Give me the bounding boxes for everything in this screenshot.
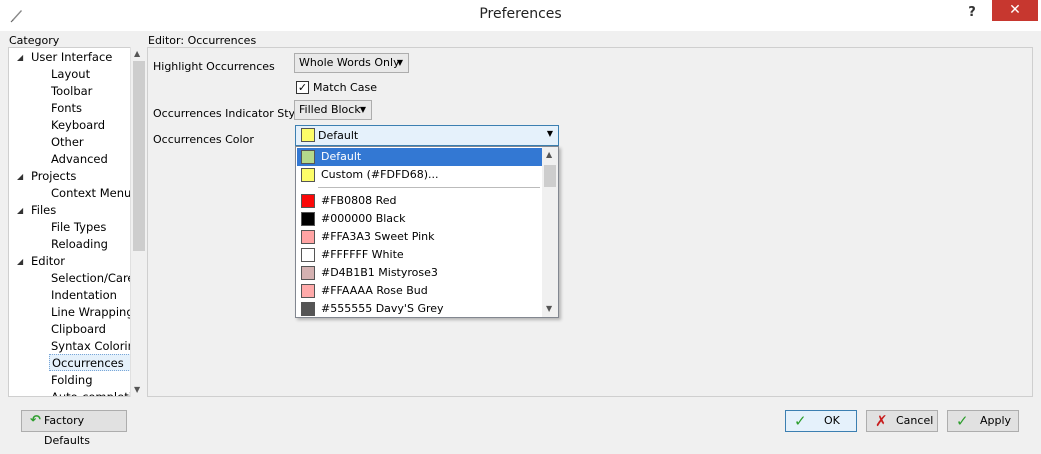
x-mark-icon: ✗ — [875, 412, 888, 430]
occurrences-color-label: Occurrences Color — [153, 133, 254, 146]
color-swatch — [301, 266, 315, 280]
category-tree[interactable]: ◢ User Interface Layout Toolbar Fonts Key… — [8, 47, 146, 397]
tree-item-editor[interactable]: ◢ Editor — [17, 253, 65, 270]
tree-item-files[interactable]: ◢ Files — [17, 202, 56, 219]
close-button[interactable]: ✕ — [992, 0, 1038, 21]
category-label: Category — [9, 34, 60, 47]
tree-item-reloading[interactable]: Reloading — [51, 236, 108, 253]
tree-item-syntax-coloring[interactable]: Syntax Coloring — [51, 338, 142, 355]
tree-item-selection-caret[interactable]: Selection/Caret — [51, 270, 139, 287]
color-option-custom[interactable]: Custom (#FDFD68)... — [297, 166, 542, 184]
tree-item-user-interface[interactable]: ◢ User Interface — [17, 49, 112, 66]
tree-item-keyboard[interactable]: Keyboard — [51, 117, 105, 134]
tree-item-line-wrapping[interactable]: Line Wrapping — [51, 304, 134, 321]
dropdown-arrow-icon: ▼ — [396, 58, 403, 67]
dropdown-scrollbar[interactable]: ▲ ▼ — [542, 147, 558, 317]
occurrences-color-select[interactable]: Default ▼ — [295, 125, 559, 146]
expanded-triangle-icon[interactable]: ◢ — [17, 49, 23, 66]
match-case-label[interactable]: Match Case — [313, 81, 377, 94]
color-option-white[interactable]: #FFFFFF White — [297, 246, 542, 264]
settings-panel — [147, 47, 1033, 397]
color-option-red[interactable]: #FB0808 Red — [297, 192, 542, 210]
color-option-sweet-pink[interactable]: #FFA3A3 Sweet Pink — [297, 228, 542, 246]
color-swatch — [301, 212, 315, 226]
color-swatch — [301, 168, 315, 182]
help-button[interactable]: ? — [962, 4, 982, 24]
color-swatch — [301, 302, 315, 316]
expanded-triangle-icon[interactable]: ◢ — [17, 168, 23, 185]
tree-item-fonts[interactable]: Fonts — [51, 100, 82, 117]
scroll-down-icon[interactable]: ▼ — [546, 304, 552, 313]
dropdown-arrow-icon: ▼ — [546, 129, 553, 138]
tree-item-indentation[interactable]: Indentation — [51, 287, 117, 304]
dropdown-arrow-icon: ▼ — [359, 105, 366, 114]
tree-item-layout[interactable]: Layout — [51, 66, 90, 83]
color-dropdown-list[interactable]: Default Custom (#FDFD68)... #FB0808 Red … — [295, 146, 559, 318]
panel-title: Editor: Occurrences — [148, 34, 257, 47]
highlight-occurrences-select[interactable]: Whole Words Only ▼ — [294, 53, 409, 73]
scroll-up-icon[interactable]: ▲ — [134, 49, 140, 58]
title-bar: Preferences ? ✕ — [0, 0, 1041, 31]
window-title: Preferences — [479, 6, 562, 22]
tree-item-other[interactable]: Other — [51, 134, 84, 151]
color-option-mistyrose3[interactable]: #D4B1B1 Mistyrose3 — [297, 264, 542, 282]
tree-item-context-menu[interactable]: Context Menu — [51, 185, 131, 202]
scrollbar-thumb[interactable] — [133, 61, 145, 251]
tree-item-folding[interactable]: Folding — [51, 372, 93, 389]
tree-item-projects[interactable]: ◢ Projects — [17, 168, 76, 185]
apply-button[interactable]: ✓ Apply — [947, 410, 1019, 432]
checkmark-icon: ✓ — [956, 412, 969, 430]
color-option-rose-bud[interactable]: #FFAAAA Rose Bud — [297, 282, 542, 300]
ok-button[interactable]: ✓ OK — [785, 410, 857, 432]
cancel-button[interactable]: ✗ Cancel — [866, 410, 938, 432]
factory-defaults-button[interactable]: ↶ Factory Defaults — [21, 410, 127, 447]
tree-scrollbar[interactable]: ▲ ▼ — [130, 47, 146, 397]
color-swatch — [301, 248, 315, 262]
color-swatch — [301, 150, 315, 164]
indicator-style-label: Occurrences Indicator Style — [153, 107, 305, 120]
tree-item-toolbar[interactable]: Toolbar — [51, 83, 92, 100]
color-option-default[interactable]: Default — [297, 148, 542, 166]
color-swatch — [301, 194, 315, 208]
color-swatch — [301, 230, 315, 244]
color-option-black[interactable]: #000000 Black — [297, 210, 542, 228]
expanded-triangle-icon[interactable]: ◢ — [17, 253, 23, 270]
match-case-checkbox[interactable]: ✓ — [296, 81, 309, 94]
checkmark-icon: ✓ — [794, 412, 807, 430]
color-swatch — [301, 284, 315, 298]
color-option-davys-grey[interactable]: #555555 Davy'S Grey — [297, 300, 542, 317]
tree-item-occurrences[interactable]: Occurrences — [49, 354, 131, 371]
undo-arrow-icon: ↶ — [30, 413, 41, 428]
tree-item-clipboard[interactable]: Clipboard — [51, 321, 106, 338]
indicator-style-select[interactable]: Filled Block ▼ — [294, 100, 372, 120]
tree-item-file-types[interactable]: File Types — [51, 219, 106, 236]
tree-item-advanced[interactable]: Advanced — [51, 151, 108, 168]
color-swatch — [301, 128, 315, 142]
list-separator — [318, 187, 540, 188]
scroll-down-icon[interactable]: ▼ — [134, 385, 140, 394]
scrollbar-thumb[interactable] — [544, 165, 556, 187]
expanded-triangle-icon[interactable]: ◢ — [17, 202, 23, 219]
highlight-occurrences-label: Highlight Occurrences — [153, 60, 275, 73]
scroll-up-icon[interactable]: ▲ — [546, 150, 552, 159]
